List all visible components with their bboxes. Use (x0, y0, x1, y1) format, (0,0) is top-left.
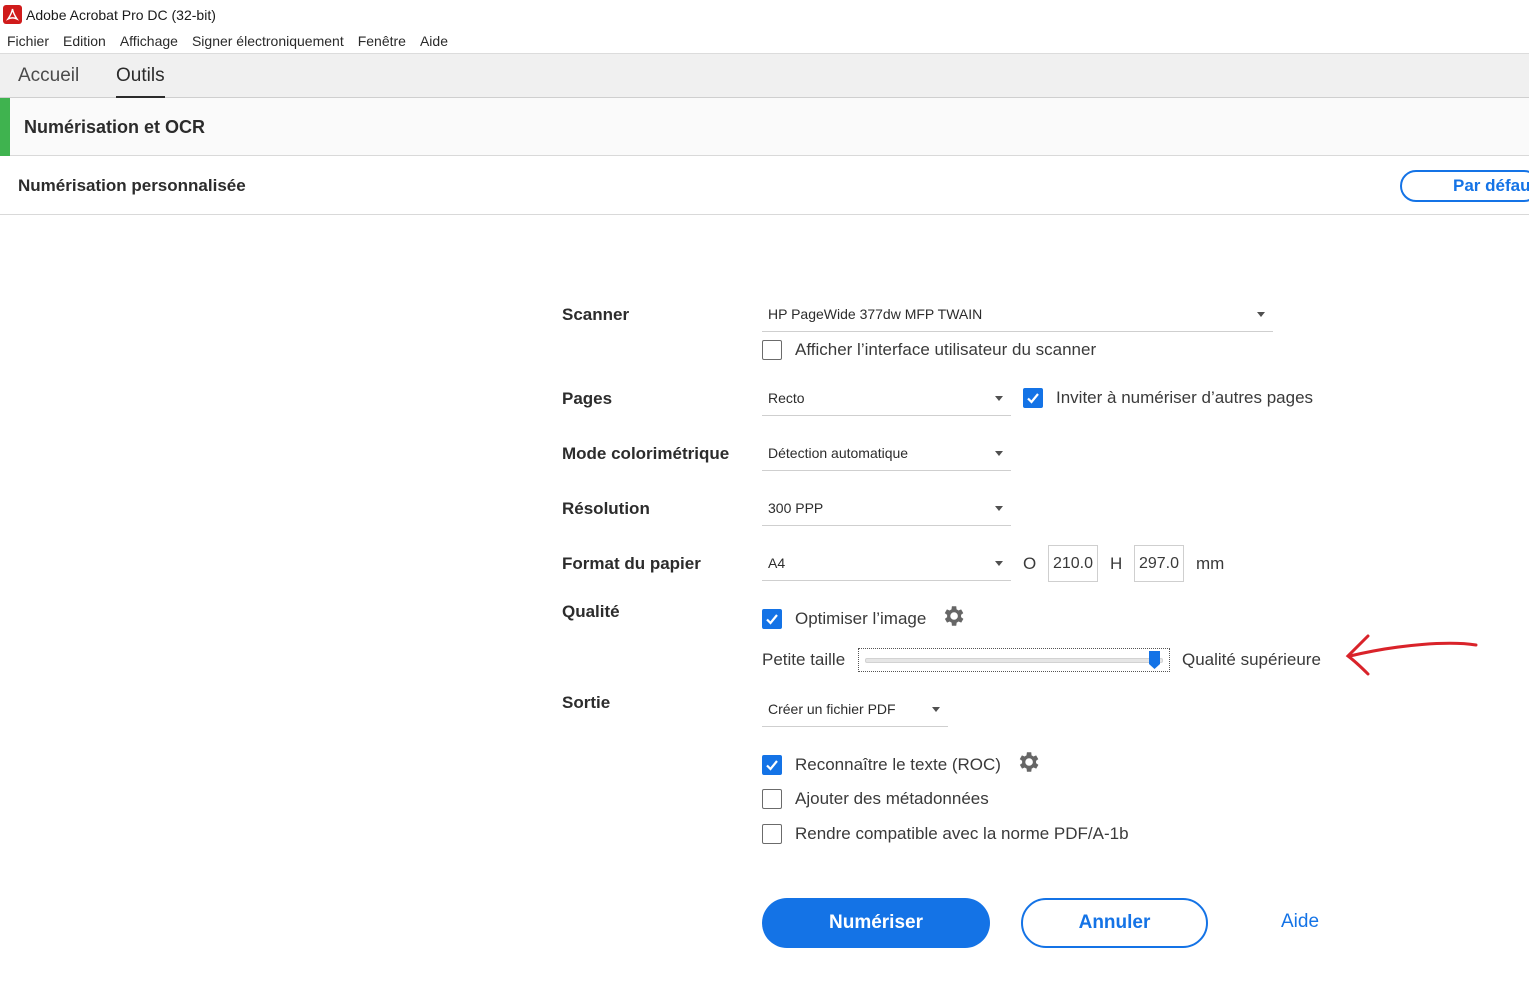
height-label: H (1110, 554, 1123, 573)
optimize-image-option[interactable]: Optimiser l’image (762, 603, 966, 634)
output-value: Créer un fichier PDF (768, 701, 896, 717)
optimize-image-checkbox[interactable] (762, 608, 782, 629)
tab-bar: Accueil Outils (0, 54, 1529, 98)
chevron-down-icon (1257, 312, 1265, 317)
pages-select[interactable]: Recto (762, 382, 1011, 416)
menu-fichier[interactable]: Fichier (0, 33, 56, 49)
show-scanner-ui-option[interactable]: Afficher l’interface utilisateur du scan… (762, 340, 1096, 360)
tab-outils[interactable]: Outils (116, 54, 165, 98)
optimize-image-label: Optimiser l’image (795, 608, 927, 628)
scanner-select[interactable]: HP PageWide 377dw MFP TWAIN (762, 298, 1273, 332)
ocr-checkbox[interactable] (762, 754, 782, 775)
chevron-down-icon (995, 506, 1003, 511)
resolution-value: 300 PPP (768, 500, 824, 516)
chevron-down-icon (995, 561, 1003, 566)
slider-rail (865, 658, 1163, 663)
menu-affichage[interactable]: Affichage (113, 33, 185, 49)
checkmark-icon (766, 759, 778, 771)
paper-size-value: A4 (768, 555, 786, 571)
ocr-label: Reconnaître le texte (ROC) (795, 754, 1001, 774)
metadata-option[interactable]: Ajouter des métadonnées (762, 789, 989, 809)
menu-fenetre[interactable]: Fenêtre (351, 33, 413, 49)
acrobat-icon (3, 5, 22, 24)
show-scanner-ui-checkbox[interactable] (762, 340, 782, 360)
show-scanner-ui-label: Afficher l’interface utilisateur du scan… (795, 340, 1097, 359)
resolution-label: Résolution (562, 499, 650, 518)
paper-width-input[interactable]: 210.0 (1048, 545, 1098, 582)
default-settings-button[interactable]: Par défau (1400, 170, 1529, 202)
menu-edition[interactable]: Edition (56, 33, 113, 49)
scan-settings-form: Scanner HP PageWide 377dw MFP TWAIN Affi… (0, 215, 1529, 982)
menu-signer[interactable]: Signer électroniquement (185, 33, 351, 49)
prompt-more-pages-checkbox[interactable] (1023, 388, 1043, 408)
tab-accueil[interactable]: Accueil (18, 54, 79, 98)
gear-icon[interactable] (940, 603, 966, 634)
title-bar: Adobe Acrobat Pro DC (32-bit) (0, 0, 1529, 29)
paper-size-label: Format du papier (562, 554, 701, 573)
color-mode-value: Détection automatique (768, 445, 909, 461)
tool-accent-bar (0, 98, 10, 156)
prompt-more-pages-label: Inviter à numériser d’autres pages (1056, 388, 1314, 407)
output-select[interactable]: Créer un fichier PDF (762, 693, 948, 727)
quality-label: Qualité (562, 602, 620, 621)
chevron-down-icon (932, 707, 940, 712)
gear-icon[interactable] (1015, 749, 1041, 780)
chevron-down-icon (995, 451, 1003, 456)
unit-label: mm (1196, 554, 1225, 573)
menu-bar: Fichier Edition Affichage Signer électro… (0, 29, 1529, 54)
metadata-checkbox[interactable] (762, 789, 782, 809)
tool-title: Numérisation et OCR (24, 117, 206, 137)
slider-min-label: Petite taille (762, 650, 846, 669)
window-title: Adobe Acrobat Pro DC (32-bit) (26, 6, 216, 23)
help-link[interactable]: Aide (1281, 911, 1319, 933)
scanner-value: HP PageWide 377dw MFP TWAIN (768, 306, 983, 322)
width-label: O (1023, 554, 1037, 573)
checkmark-icon (1027, 393, 1039, 404)
cancel-button[interactable]: Annuler (1021, 898, 1208, 948)
annotation-arrow (1340, 630, 1480, 685)
tool-header: Numérisation et OCR (0, 98, 1529, 156)
paper-size-select[interactable]: A4 (762, 547, 1011, 581)
slider-max-label: Qualité supérieure (1182, 650, 1321, 669)
pages-value: Recto (768, 390, 805, 406)
color-mode-label: Mode colorimétrique (562, 444, 730, 463)
preset-title: Numérisation personnalisée (18, 176, 246, 195)
prompt-more-pages-option[interactable]: Inviter à numériser d’autres pages (1023, 388, 1313, 408)
scanner-label: Scanner (562, 305, 630, 324)
checkmark-icon (766, 613, 778, 625)
pdfa-checkbox[interactable] (762, 824, 782, 844)
pages-label: Pages (562, 389, 613, 408)
paper-height-input[interactable]: 297.0 (1134, 545, 1184, 582)
color-mode-select[interactable]: Détection automatique (762, 437, 1011, 471)
ocr-option[interactable]: Reconnaître le texte (ROC) (762, 749, 1041, 780)
resolution-select[interactable]: 300 PPP (762, 492, 1011, 526)
metadata-label: Ajouter des métadonnées (795, 789, 989, 808)
quality-slider[interactable] (858, 648, 1170, 672)
pdfa-option[interactable]: Rendre compatible avec la norme PDF/A-1b (762, 824, 1129, 844)
sub-header: Numérisation personnalisée Par défau (0, 157, 1529, 215)
output-label: Sortie (562, 693, 611, 712)
chevron-down-icon (995, 396, 1003, 401)
slider-thumb[interactable] (1149, 651, 1160, 669)
menu-aide[interactable]: Aide (413, 33, 455, 49)
scan-button[interactable]: Numériser (762, 898, 990, 948)
pdfa-label: Rendre compatible avec la norme PDF/A-1b (795, 824, 1129, 843)
